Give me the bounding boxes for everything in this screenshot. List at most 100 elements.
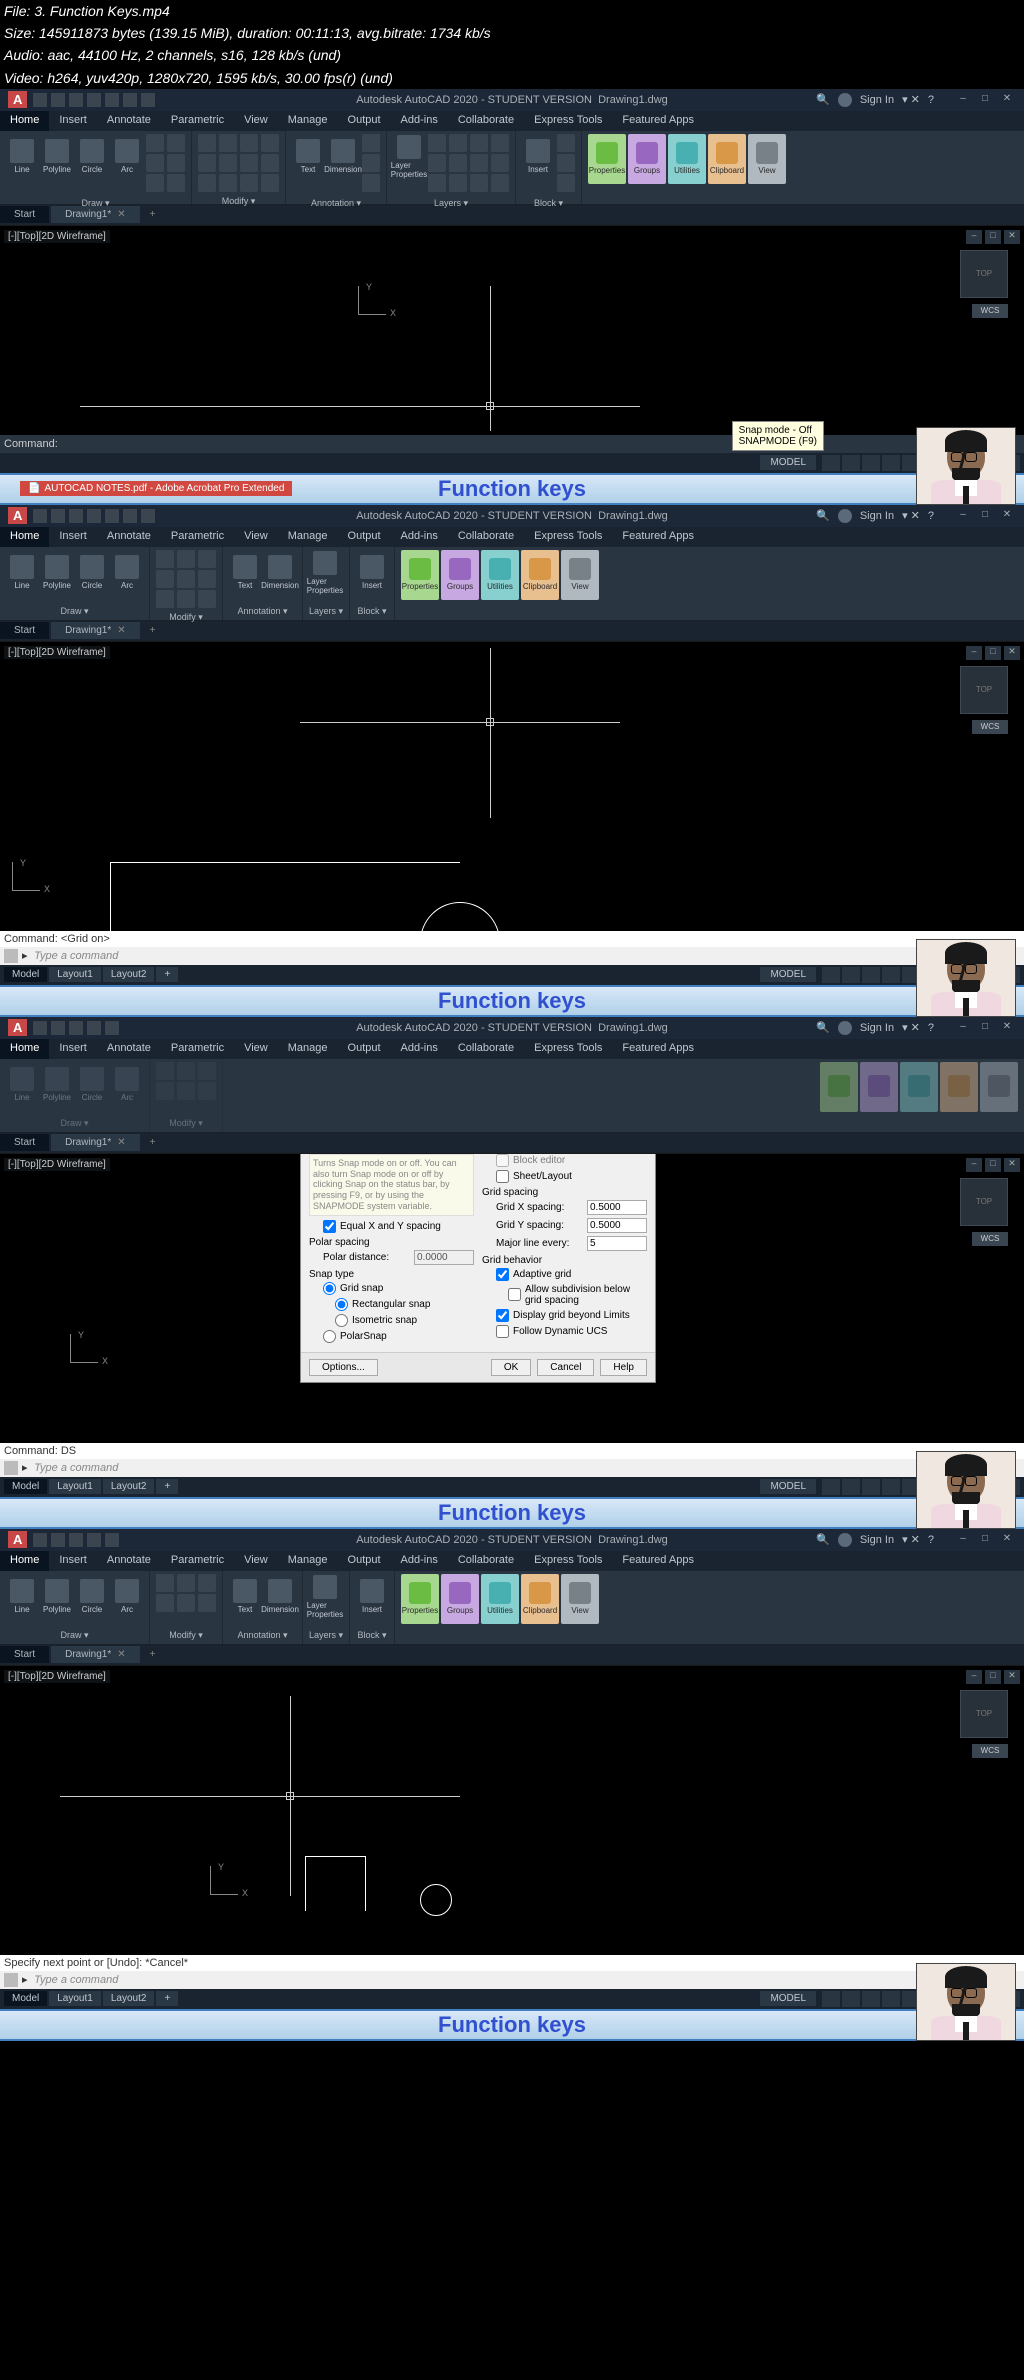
circle-button[interactable]: Circle (76, 550, 108, 596)
minimize-button[interactable]: – (954, 93, 972, 107)
modify-icon[interactable] (198, 1574, 216, 1592)
tab-addins[interactable]: Add-ins (391, 1039, 448, 1059)
viewcube[interactable]: TOP (960, 250, 1008, 298)
line-button[interactable]: Line (6, 1574, 38, 1620)
array-icon[interactable] (240, 174, 258, 192)
close-tab-icon[interactable]: ✕ (117, 209, 125, 220)
arc-button[interactable]: Arc (111, 1574, 143, 1620)
circle-button[interactable]: Circle (76, 1574, 108, 1620)
signin-icon[interactable] (838, 1021, 852, 1035)
dropdown-icon[interactable]: ▾ ✕ (902, 509, 920, 522)
drawing-tab[interactable]: Drawing1*✕ (51, 622, 140, 639)
maximize-button[interactable]: □ (976, 1533, 994, 1547)
clipboard-button[interactable]: Clipboard (708, 134, 746, 184)
tab-collaborate[interactable]: Collaborate (448, 527, 524, 547)
insert-button[interactable]: Insert (356, 550, 388, 596)
block-editor-checkbox[interactable] (496, 1154, 509, 1167)
layer-icon[interactable] (470, 174, 488, 192)
modify-icon[interactable] (198, 570, 216, 588)
layer-icon[interactable] (428, 134, 446, 152)
text-button[interactable]: Text (229, 550, 261, 596)
drawing-canvas[interactable]: [-][Top][2D Wireframe] –□✕ TOP WCS Y X A… (0, 1153, 1024, 1443)
polarsnap-radio[interactable] (323, 1330, 336, 1343)
help-icon[interactable]: ? (928, 94, 934, 106)
modify-icon[interactable] (156, 1574, 174, 1592)
utilities-button[interactable]: Utilities (481, 550, 519, 600)
ok-button[interactable]: OK (491, 1359, 531, 1376)
drawing-canvas[interactable]: [-][Top][2D Wireframe] –□✕ TOP WCS Y X (0, 225, 1024, 435)
wcs-button[interactable]: WCS (972, 304, 1008, 318)
grid-x-input[interactable] (587, 1200, 647, 1215)
start-tab[interactable]: Start (0, 1134, 49, 1151)
layer-icon[interactable] (491, 134, 509, 152)
tab-manage[interactable]: Manage (278, 1551, 338, 1571)
rectangular-snap-radio[interactable] (335, 1298, 348, 1311)
tab-home[interactable]: Home (0, 1551, 49, 1571)
qat-icon[interactable] (69, 509, 83, 523)
view-button[interactable]: View (748, 134, 786, 184)
statusbar-icon[interactable] (862, 967, 880, 983)
tab-output[interactable]: Output (338, 527, 391, 547)
drawing-tab[interactable]: Drawing1*✕ (51, 1646, 140, 1663)
dropdown-icon[interactable]: ▾ ✕ (902, 93, 920, 106)
properties-button[interactable]: Properties (401, 1574, 439, 1624)
dimension-button[interactable]: Dimension (264, 1574, 296, 1620)
app-icon[interactable]: A (8, 507, 27, 524)
tab-express[interactable]: Express Tools (524, 1551, 612, 1571)
tab-output[interactable]: Output (338, 1551, 391, 1571)
vp-maximize-icon[interactable]: □ (985, 1158, 1001, 1172)
qat-icon[interactable] (87, 1533, 101, 1547)
qat-save-icon[interactable] (69, 93, 83, 107)
vp-minimize-icon[interactable]: – (966, 1158, 982, 1172)
new-tab-button[interactable]: + (142, 206, 164, 223)
block-icon[interactable] (557, 174, 575, 192)
cancel-button[interactable]: Cancel (537, 1359, 594, 1376)
close-button[interactable]: ✕ (998, 93, 1016, 107)
arc-button[interactable]: Arc (111, 134, 143, 180)
modify-icon[interactable] (156, 570, 174, 588)
layer-icon[interactable] (491, 174, 509, 192)
qat-icon[interactable] (105, 509, 119, 523)
model-tab[interactable]: Model (4, 1479, 47, 1494)
tab-manage[interactable]: Manage (278, 111, 338, 131)
modify-icon[interactable] (198, 1594, 216, 1612)
modify-icon[interactable] (261, 134, 279, 152)
qat-plot-icon[interactable] (105, 93, 119, 107)
statusbar-polar-icon[interactable] (882, 455, 900, 471)
scale-icon[interactable] (219, 174, 237, 192)
copy-icon[interactable] (198, 154, 216, 172)
help-icon[interactable]: ? (928, 1534, 934, 1546)
command-input[interactable]: Type a command (34, 1974, 118, 1986)
sheet-layout-checkbox[interactable] (496, 1170, 509, 1183)
command-input[interactable]: Type a command (34, 1462, 118, 1474)
clipboard-button[interactable]: Clipboard (521, 1574, 559, 1624)
tab-home[interactable]: Home (0, 527, 49, 547)
layerprops-button[interactable]: Layer Properties (309, 1574, 341, 1620)
vp-maximize-icon[interactable]: □ (985, 646, 1001, 660)
layerprops-button[interactable]: Layer Properties (393, 134, 425, 180)
qat-icon[interactable] (33, 1021, 47, 1035)
search-icon[interactable]: 🔍 (816, 1533, 830, 1546)
close-tab-icon[interactable]: ✕ (117, 1137, 125, 1148)
command-line[interactable]: ▸ Type a command (0, 1971, 1024, 1989)
modify-icon[interactable] (177, 590, 195, 608)
subdivision-checkbox[interactable] (508, 1288, 521, 1301)
layerprops-button[interactable]: Layer Properties (309, 550, 341, 596)
table-icon[interactable] (362, 174, 380, 192)
modify-icon[interactable] (198, 550, 216, 568)
close-button[interactable]: ✕ (998, 1533, 1016, 1547)
tab-manage[interactable]: Manage (278, 1039, 338, 1059)
layer-icon[interactable] (491, 154, 509, 172)
tab-manage[interactable]: Manage (278, 527, 338, 547)
drawing-tab[interactable]: Drawing1*✕ (51, 206, 140, 223)
layout2-tab[interactable]: Layout2 (103, 1991, 155, 2006)
mirror-icon[interactable] (219, 154, 237, 172)
viewcube[interactable]: TOP (960, 1690, 1008, 1738)
maximize-button[interactable]: □ (976, 1021, 994, 1035)
layout-plus[interactable]: + (156, 1479, 178, 1494)
minimize-button[interactable]: – (954, 1021, 972, 1035)
tab-addins[interactable]: Add-ins (391, 1551, 448, 1571)
utilities-button[interactable]: Utilities (481, 1574, 519, 1624)
qat-undo-icon[interactable] (123, 93, 137, 107)
tab-home[interactable]: Home (0, 111, 49, 131)
